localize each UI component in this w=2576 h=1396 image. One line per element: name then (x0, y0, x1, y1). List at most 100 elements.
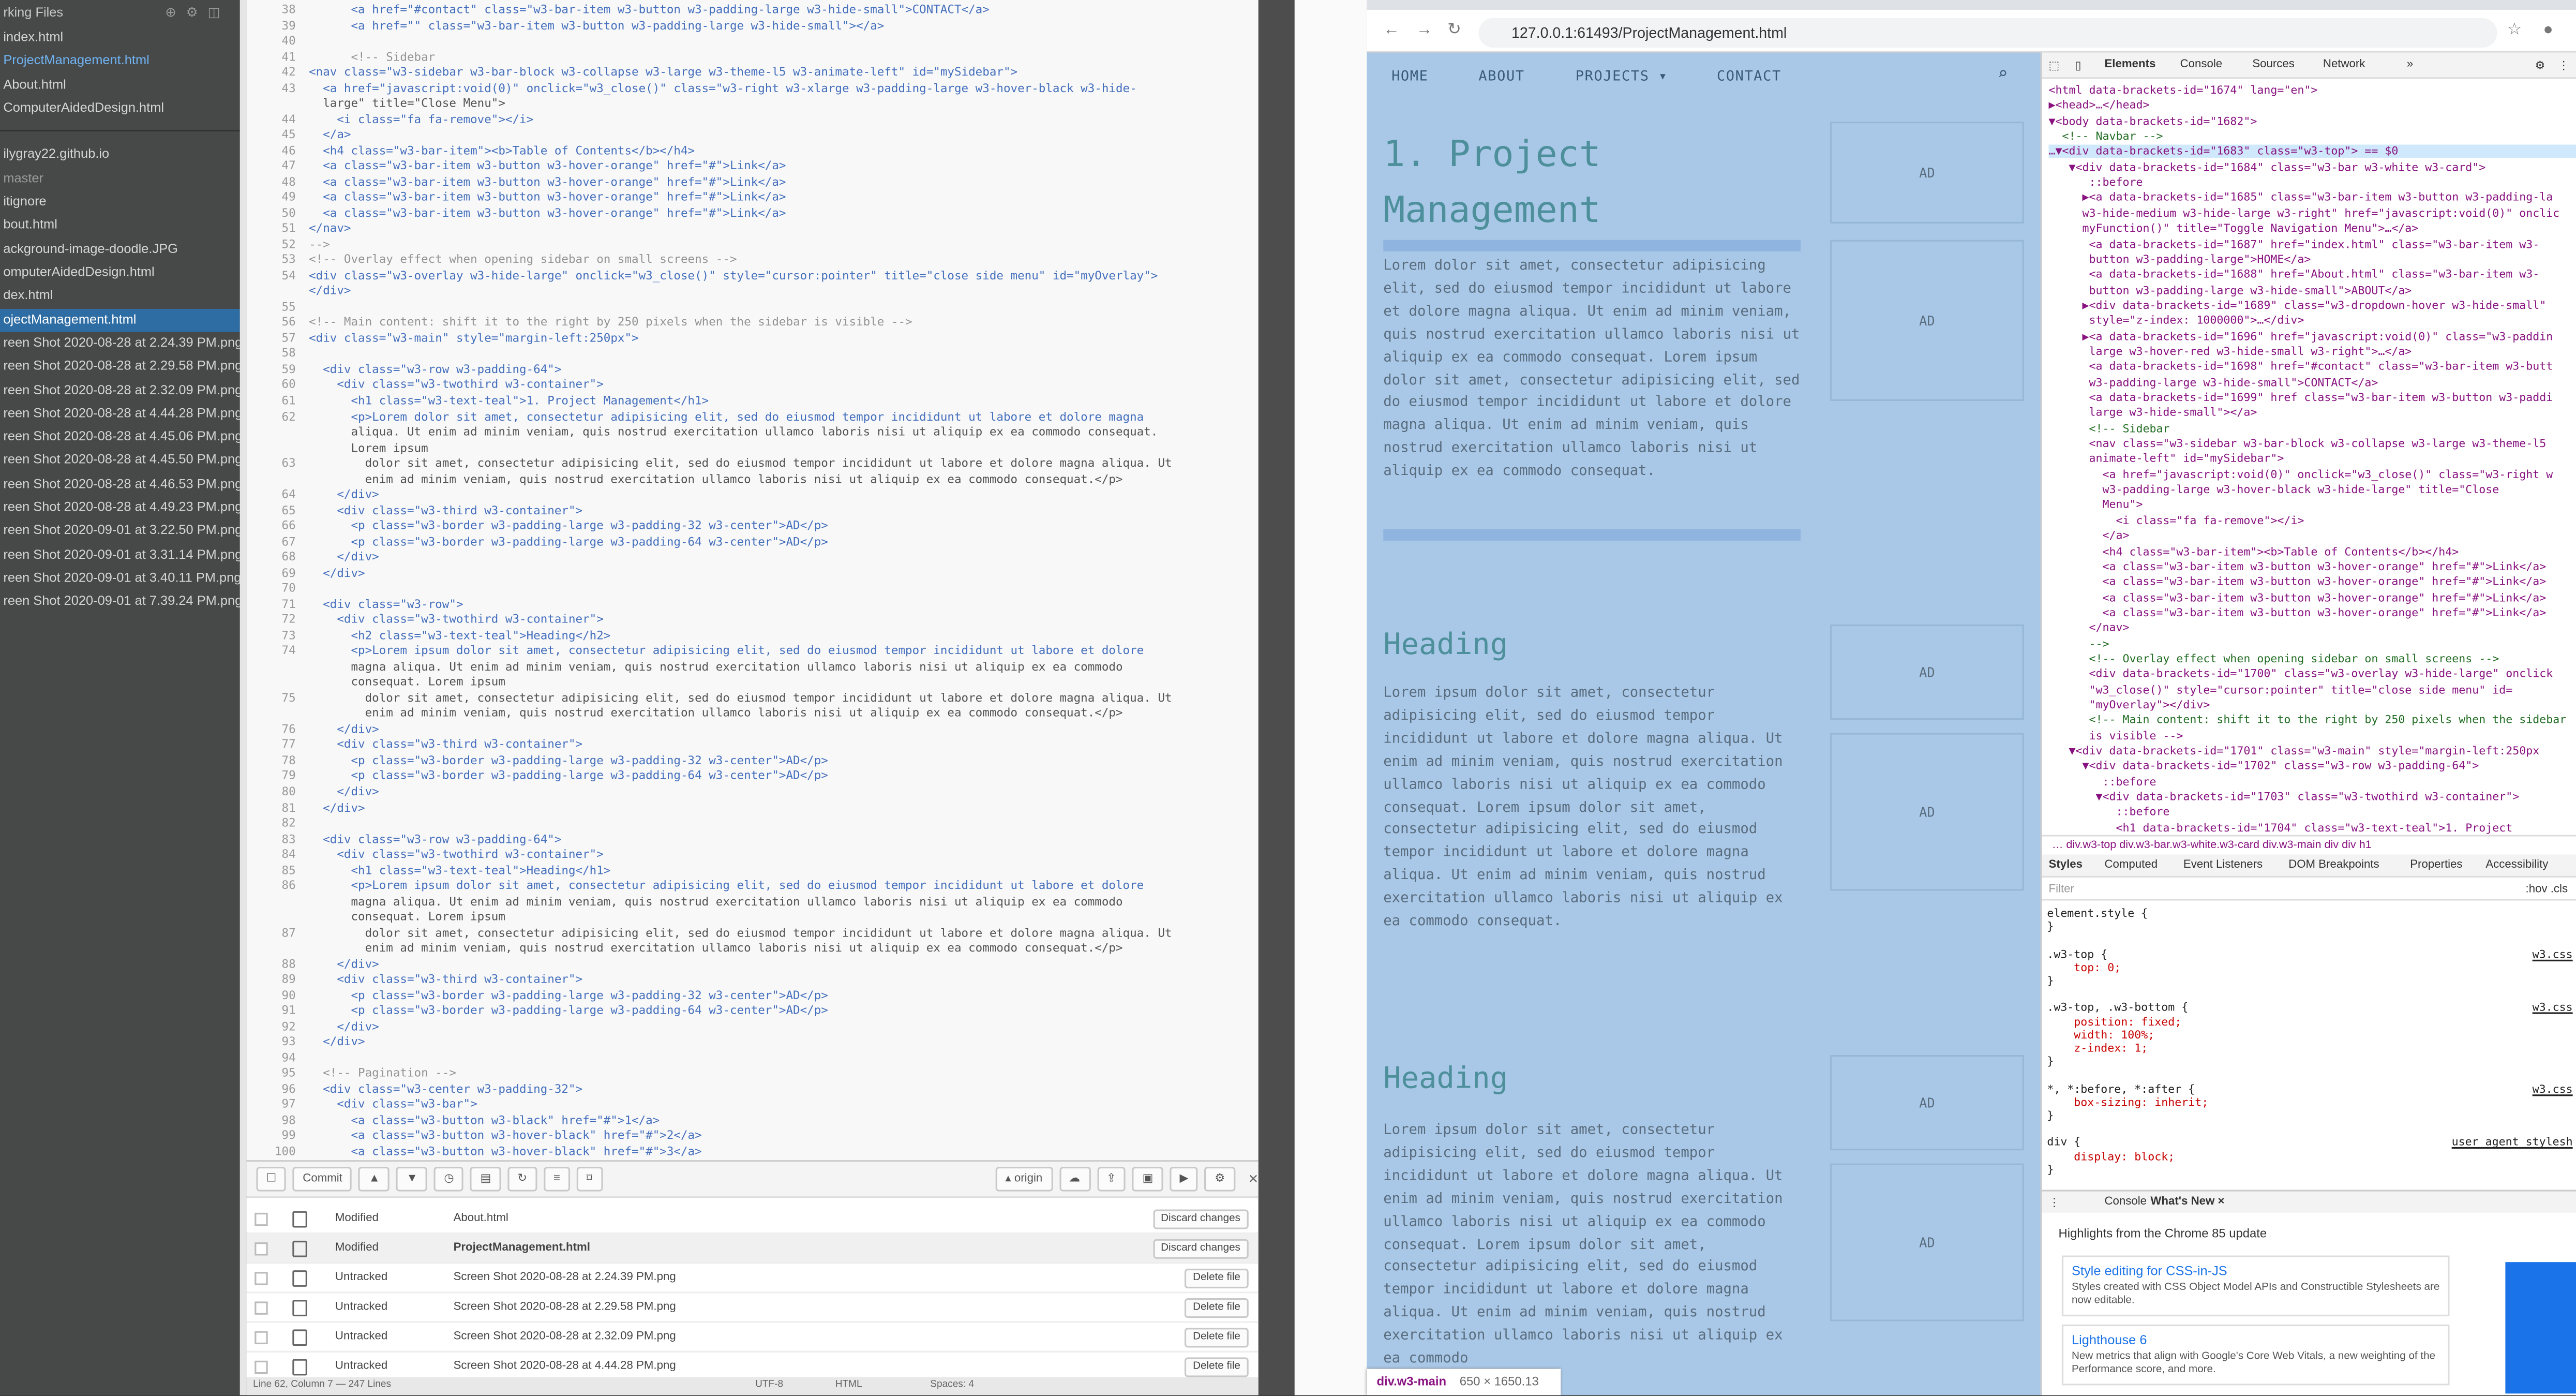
code-line[interactable]: <p class="w3-border w3-padding-large w3-… (309, 987, 828, 1002)
dom-node-line[interactable]: <a class="w3-bar-item w3-button w3-hover… (2048, 591, 2546, 604)
subtab-properties[interactable]: Properties (2410, 859, 2462, 871)
code-line[interactable]: enim ad minim veniam, quis nostrud exerc… (309, 940, 1123, 955)
search-icon[interactable]: ⌕ (1998, 66, 2009, 84)
code-line[interactable]: <a class="w3-bar-item w3-button w3-hover… (309, 189, 786, 204)
code-line[interactable]: <!-- Pagination --> (309, 1065, 456, 1080)
close-icon[interactable]: ✕ (1248, 1172, 1259, 1187)
indent-indicator[interactable]: Spaces: 4 (930, 1380, 974, 1390)
dom-node-line[interactable]: ▼<div data-brackets-id="1702" class="w3-… (2048, 760, 2479, 773)
nav-about[interactable]: ABOUT (1478, 69, 1524, 85)
reload-icon[interactable]: ↻ (1447, 21, 1461, 39)
drawer-tab-whats-new[interactable]: What's New × (2150, 1196, 2224, 1208)
code-line[interactable]: <a class="w3-bar-item w3-button w3-hover… (309, 205, 786, 220)
file-tree-item[interactable]: dex.html (0, 285, 240, 308)
code-line[interactable]: <i class="fa fa-remove"></i> (309, 111, 533, 126)
file-diff-icon[interactable] (292, 1359, 307, 1376)
file-tree-item[interactable]: reen Shot 2020-08-28 at 2.24.39 PM.png (0, 332, 239, 355)
style-rule-line[interactable]: position: fixed; (2047, 1015, 2181, 1028)
git-file-row[interactable]: Modified ProjectManagement.html Discard ch… (246, 1234, 1259, 1264)
code-line[interactable]: </a> (309, 127, 351, 142)
hov-cls-toggle[interactable]: :hov .cls (2526, 879, 2568, 900)
dom-node-line[interactable]: ▼<div data-brackets-id="1701" class="w3-… (2048, 745, 2539, 758)
code-line[interactable]: <div class="w3-twothird w3-container"> (309, 612, 603, 627)
dom-node-line[interactable]: <a class="w3-bar-item w3-button w3-hover… (2048, 606, 2546, 619)
code-line[interactable]: <div class="w3-main" style="margin-left:… (309, 330, 639, 345)
dom-node-line[interactable]: <a data-brackets-id="1688" href="About.h… (2048, 268, 2539, 281)
code-line[interactable]: --> (309, 236, 330, 251)
address-bar[interactable]: 127.0.0.1:61493/ProjectManagement.html (1478, 18, 2497, 48)
commit-button[interactable]: Commit (293, 1166, 352, 1192)
style-source-link[interactable]: w3.css (2533, 1082, 2573, 1095)
project-name[interactable]: ilygray22.github.io (0, 142, 240, 168)
code-editor[interactable]: 38 <a href="#contact" class="w3-bar-item… (246, 0, 1259, 1161)
dom-node-line[interactable]: style="z-index: 1000000">…</div> (2048, 314, 2304, 327)
file-tree-item[interactable]: reen Shot 2020-08-28 at 2.29.58 PM.png (0, 355, 239, 379)
code-line[interactable]: <!-- Main content: shift it to the right… (309, 315, 912, 330)
arrow-down-icon[interactable]: ▼ (396, 1166, 428, 1192)
dom-breadcrumbs[interactable]: … div.w3-top div.w3-bar.w3-white.w3-card… (2042, 835, 2576, 855)
working-file-item[interactable]: About.html (0, 73, 240, 97)
git-file-row[interactable]: Untracked Screen Shot 2020-08-28 at 2.32.… (246, 1323, 1259, 1353)
drawer-menu-icon[interactable]: ⋮ (2048, 1196, 2060, 1209)
style-rule-line[interactable]: } (2047, 1163, 2054, 1176)
history-icon[interactable]: ◷ (434, 1166, 464, 1192)
dom-node-line[interactable]: <a data-brackets-id="1699" href class="w… (2048, 391, 2553, 404)
dom-node-line[interactable]: w3-padding-large w3-hide-small">CONTACT<… (2048, 376, 2378, 389)
dom-node-line[interactable]: <h4 class="w3-bar-item"><b>Table of Cont… (2048, 545, 2459, 558)
bookmark-star-icon[interactable]: ☆ (2507, 21, 2522, 39)
code-line[interactable]: enim ad minim veniam, quis nostrud exerc… (309, 706, 1123, 721)
dom-node-line[interactable]: …▼<div data-brackets-id="1683" class="w3… (2048, 145, 2576, 159)
code-line[interactable]: </div> (309, 486, 379, 501)
style-rule-line[interactable]: element.style { (2047, 907, 2148, 920)
dom-node-line[interactable]: <a class="w3-bar-item w3-button w3-hover… (2048, 575, 2546, 588)
dom-node-line[interactable]: --> (2048, 637, 2109, 650)
file-tree-item[interactable]: itignore (0, 191, 240, 214)
code-line[interactable]: magna aliqua. Ut enim ad minim veniam, q… (309, 894, 1122, 909)
dom-tree[interactable]: <html data-brackets-id="1674" lang="en">… (2042, 79, 2576, 838)
dom-node-line[interactable]: large w3-hover-red w3-hide-small w3-righ… (2048, 345, 2412, 358)
file-tree-item[interactable]: reen Shot 2020-08-28 at 4.49.23 PM.png (0, 496, 239, 519)
code-line[interactable]: <a class="w3-bar-item w3-button w3-hover… (309, 158, 786, 173)
dom-node-line[interactable]: button w3-padding-large w3-hide-small">A… (2048, 284, 2412, 296)
settings-icon[interactable]: ⚙ (1205, 1166, 1235, 1192)
encoding-indicator[interactable]: UTF-8 (755, 1380, 783, 1390)
file-checkbox[interactable] (254, 1331, 268, 1344)
sidebar-header-icons[interactable]: ⊕⚙◫ (165, 0, 239, 26)
dom-node-line[interactable]: <nav class="w3-sidebar w3-bar-block w3-c… (2048, 437, 2546, 450)
origin-button[interactable]: ▴ origin (995, 1166, 1053, 1192)
file-action-button[interactable]: Delete file (1185, 1298, 1249, 1318)
code-line[interactable]: </div> (309, 565, 365, 580)
code-line[interactable]: </div> (309, 1018, 379, 1033)
tab-elements[interactable]: Elements (2104, 59, 2155, 70)
code-line[interactable]: <p class="w3-border w3-padding-large w3-… (309, 533, 828, 548)
push-icon[interactable]: ⇪ (1097, 1166, 1126, 1192)
dom-node-line[interactable]: ::before (2048, 775, 2156, 788)
git-file-row[interactable]: Modified About.html Discard changes (246, 1205, 1259, 1235)
code-line[interactable]: enim ad minim veniam, quis nostrud exerc… (309, 471, 1123, 486)
code-line[interactable]: <h1 class="w3-text-teal">Heading</h1> (309, 862, 610, 877)
code-line[interactable]: <div class="w3-twothird w3-container"> (309, 377, 603, 392)
code-line[interactable]: <!-- Sidebar (309, 49, 435, 64)
tab-network[interactable]: Network (2323, 59, 2365, 70)
file-action-button[interactable]: Discard changes (1152, 1209, 1249, 1229)
working-file-item[interactable]: ComputerAidedDesign.html (0, 97, 240, 120)
code-line[interactable]: </div> (309, 549, 379, 564)
file-tree-item[interactable]: reen Shot 2020-09-01 at 3.22.50 PM.png (0, 520, 239, 543)
dom-node-line[interactable]: myFunction()" title="Toggle Navigation M… (2048, 222, 2418, 235)
style-rule-line[interactable]: div { (2047, 1136, 2080, 1149)
code-line[interactable]: magna aliqua. Ut enim ad minim veniam, q… (309, 659, 1122, 674)
dom-node-line[interactable]: is visible --> (2048, 729, 2183, 742)
kebab-menu-icon[interactable]: ⋮ (2558, 59, 2569, 72)
code-line[interactable]: <p class="w3-border w3-padding-large w3-… (309, 1003, 828, 1018)
dom-node-line[interactable]: ::before (2048, 806, 2169, 819)
code-line[interactable]: <a class="w3-bar-item w3-button w3-hover… (309, 174, 786, 189)
file-checkbox[interactable] (254, 1301, 268, 1315)
nav-projects[interactable]: PROJECTS ▾ (1576, 69, 1668, 85)
code-line[interactable]: </div> (309, 721, 379, 736)
code-line[interactable]: <h4 class="w3-bar-item"><b>Table of Cont… (309, 142, 695, 157)
select-all-checkbox[interactable]: ☐ (256, 1166, 287, 1192)
file-action-button[interactable]: Discard changes (1152, 1239, 1249, 1259)
file-diff-icon[interactable] (292, 1211, 307, 1228)
dom-node-line[interactable]: <a data-brackets-id="1687" href="index.h… (2048, 237, 2539, 250)
code-line[interactable]: </div> (309, 283, 351, 298)
